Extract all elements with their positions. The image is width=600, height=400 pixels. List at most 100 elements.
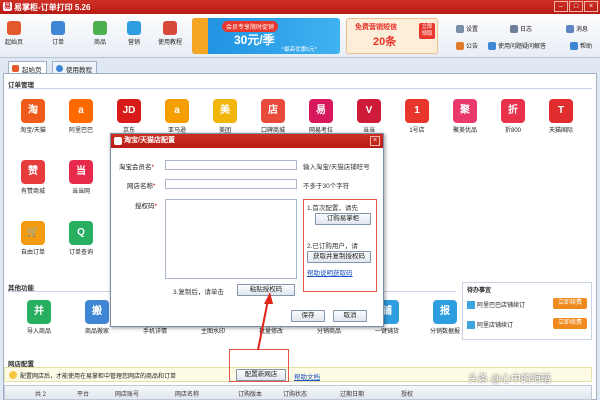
promo-banner-member[interactable]: 会员专享限时促销 30元/季 *最高优惠5元* xyxy=(192,18,340,54)
toolbar-orders-button[interactable]: 订单 xyxy=(44,18,72,46)
log-label: 日志 xyxy=(520,27,533,33)
store-tile[interactable]: 易网易考拉 xyxy=(300,99,342,134)
renew-button[interactable]: 立即续费 xyxy=(553,298,587,309)
column-header[interactable]: 网店账号 xyxy=(115,389,139,398)
toolbar-tutorial-button[interactable]: 使用教程 xyxy=(152,18,188,46)
task-row: 阿里巴巴店铺续订 xyxy=(467,300,525,310)
marketing-icon xyxy=(127,21,141,35)
store-tile[interactable]: 聚聚美优品 xyxy=(444,99,486,134)
faq-label: 使用问题疑问解答 xyxy=(498,44,547,50)
store-label: 当当网 xyxy=(71,189,90,195)
question-icon xyxy=(570,42,578,51)
banner-claim-button[interactable]: 立即领取 xyxy=(419,23,435,39)
store-label: 导入商品 xyxy=(26,329,51,335)
notice-button[interactable]: 公告 xyxy=(456,41,479,51)
store-tile[interactable]: 报分销数据报 xyxy=(424,300,466,335)
store-label: 折800 xyxy=(504,128,521,134)
toolbar-label: 商品 xyxy=(93,40,106,46)
log-icon xyxy=(510,25,518,34)
toolbar-goods-button[interactable]: 商品 xyxy=(86,18,114,46)
kaola-icon: 易 xyxy=(309,99,333,123)
task-row: 阿里店铺续订 xyxy=(467,320,514,330)
toolbar-marketing-button[interactable]: 营销 xyxy=(120,18,148,46)
store-tile[interactable]: Q 订单查询 xyxy=(60,221,102,256)
window-title: 易掌柜-订单打印 5.26 xyxy=(14,3,91,12)
notice-label: 公告 xyxy=(466,44,479,50)
store-tile[interactable]: 赞有赞商城 xyxy=(12,160,54,195)
store-label: 分销数据报 xyxy=(429,329,460,335)
maximize-button[interactable]: □ xyxy=(569,1,583,12)
store-label: 分销商品 xyxy=(316,329,341,335)
store-label: 一键铺货 xyxy=(374,329,399,335)
toolbar-home-button[interactable]: 起始页 xyxy=(0,18,28,46)
banner-price: 30元/季 xyxy=(234,33,275,47)
column-header[interactable]: 过期日期 xyxy=(340,389,364,398)
settings-label: 设置 xyxy=(466,27,479,33)
settings-button[interactable]: 设置 xyxy=(456,24,479,34)
store-tile[interactable]: 店口碑商城 xyxy=(252,99,294,134)
dialog-close-button[interactable]: × xyxy=(370,136,380,146)
store-tile[interactable]: T 天猫国际 xyxy=(540,99,582,134)
message-button[interactable]: 消息 xyxy=(566,24,588,34)
column-header[interactable]: 订购版本 xyxy=(238,389,262,398)
store-tile[interactable]: 1 1号店 xyxy=(396,99,438,134)
column-header[interactable]: 授权 xyxy=(401,389,413,398)
save-button[interactable]: 保存 xyxy=(291,310,325,322)
dialog-title: 淘宝/天猫店配置 xyxy=(111,134,383,148)
meituan-icon: 美 xyxy=(213,99,237,123)
faq-button[interactable]: 使用问题疑问解答 xyxy=(488,41,547,51)
column-header[interactable]: 网店名称 xyxy=(175,389,199,398)
lightbulb-icon xyxy=(9,371,17,379)
shop-name-label: 网店名称* xyxy=(127,183,156,190)
column-header[interactable]: 订购状态 xyxy=(283,389,307,398)
home-icon xyxy=(12,65,19,72)
member-hint: 输入淘宝/天猫店铺旺号 xyxy=(303,164,370,171)
column-header: 共 2 xyxy=(35,392,47,398)
store-label: 阿里巴巴 xyxy=(68,128,93,134)
store-label: 1号店 xyxy=(409,128,425,134)
renew-button[interactable]: 立即续费 xyxy=(553,318,587,329)
store-tile[interactable]: V 当当 xyxy=(348,99,390,134)
koubei-icon: 店 xyxy=(261,99,285,123)
tutorial-icon xyxy=(163,21,177,35)
zhe800-icon: 折 xyxy=(501,99,525,123)
store-label: 有赞商城 xyxy=(20,189,45,195)
main-toolbar: 起始页 订单 商品 营销 使用教程 会员专享限时促销 30元/季 *最高优惠5元… xyxy=(0,14,600,58)
red-arrow-annotation xyxy=(257,292,273,351)
dialog-logo-icon xyxy=(114,137,122,145)
toolbar-label: 使用教程 xyxy=(157,40,182,46)
column-header[interactable]: 平台 xyxy=(77,389,89,398)
alibaba-icon: a xyxy=(69,99,93,123)
minimize-button[interactable]: – xyxy=(554,1,568,12)
member-name-input[interactable] xyxy=(165,160,297,170)
shop-icon xyxy=(467,321,475,330)
promo-banner-sms[interactable]: 免费营销短信 20条 立即领取 xyxy=(346,18,438,54)
log-button[interactable]: 日志 xyxy=(510,24,533,34)
gift-icon xyxy=(192,18,208,54)
store-tile[interactable]: JD 京东 xyxy=(108,99,150,134)
store-label: 聚美优品 xyxy=(452,128,477,134)
cancel-button[interactable]: 取消 xyxy=(333,310,367,322)
task-label: 阿里店铺续订 xyxy=(477,323,514,329)
youzan-icon: 赞 xyxy=(21,160,45,184)
store-tile[interactable]: 🛒 自由订单 xyxy=(12,221,54,256)
help-doc-link[interactable]: 帮助文档 xyxy=(294,371,320,381)
auth-code-label: 授权码* xyxy=(135,203,158,210)
store-tile[interactable]: 折折800 xyxy=(492,99,534,134)
help-button[interactable]: 帮助 xyxy=(570,41,592,51)
store-label: 淘宝/天猫 xyxy=(20,128,46,134)
yhd-icon: 1 xyxy=(405,99,429,123)
store-tile[interactable]: a 阿里巴巴 xyxy=(60,99,102,134)
highlight-box xyxy=(303,199,377,292)
help-icon xyxy=(488,42,496,51)
store-tile[interactable]: 并导入商品 xyxy=(18,300,60,335)
shop-name-hint: 不多于30个字符 xyxy=(303,183,350,190)
auth-code-textarea[interactable] xyxy=(165,199,297,279)
store-tile[interactable]: 美美团 xyxy=(204,99,246,134)
store-tile[interactable]: 淘淘宝/天猫 xyxy=(12,99,54,134)
store-tile[interactable]: a 亚马逊 xyxy=(156,99,198,134)
home-icon xyxy=(7,21,21,35)
close-button[interactable]: × xyxy=(584,1,598,12)
shop-name-input[interactable] xyxy=(165,179,297,189)
store-tile[interactable]: 当当当网 xyxy=(60,160,102,195)
